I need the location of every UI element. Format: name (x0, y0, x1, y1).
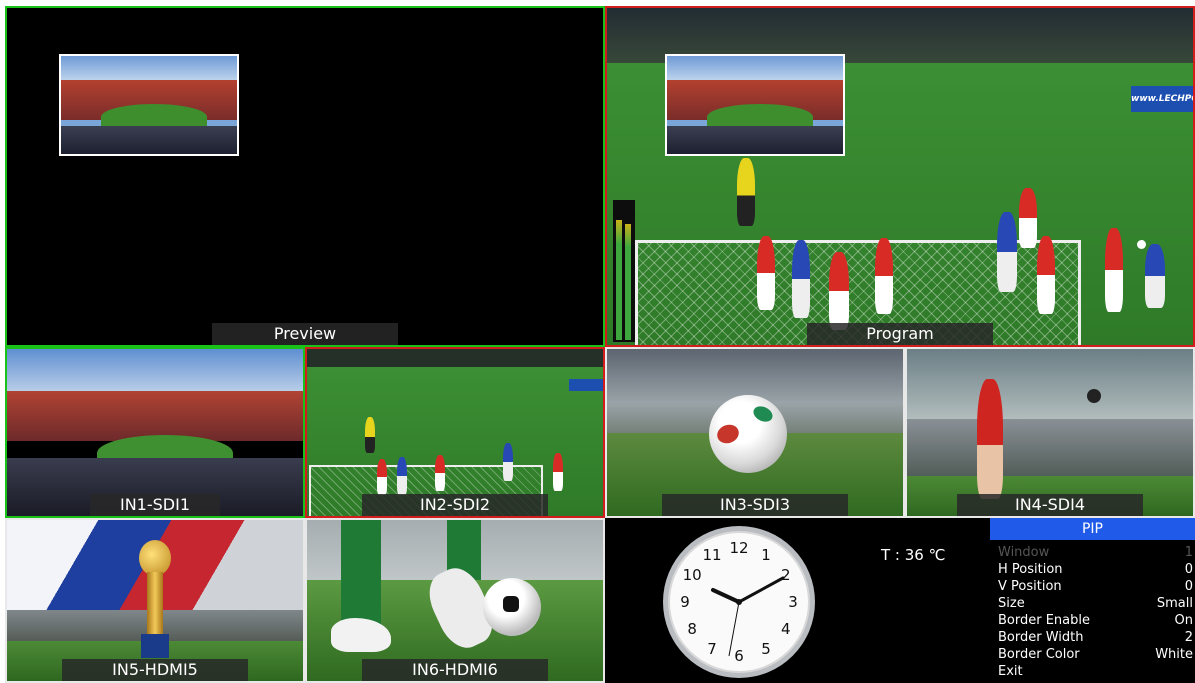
program-ad-board: www.LECHPO (1131, 86, 1193, 112)
player-referee (737, 158, 755, 226)
clock-numeral: 3 (788, 593, 798, 611)
preview-pip-inset (59, 54, 239, 156)
input-label-4: IN4-SDI4 (957, 494, 1143, 516)
input-label-3: IN3-SDI3 (662, 494, 848, 516)
soccer-ball (483, 578, 541, 636)
input-label-1: IN1-SDI1 (90, 494, 220, 516)
menu-item-v-position[interactable]: V Position 0 (990, 578, 1195, 595)
clock-numeral: 10 (683, 566, 702, 584)
menu-item-border-color[interactable]: Border Color White (990, 646, 1195, 663)
preview-label: Preview (212, 323, 398, 345)
analog-clock: 12 12 3 45678 9 1011 (663, 526, 815, 678)
temperature-readout: T : 36 ℃ (881, 546, 946, 564)
clock-numeral: 5 (761, 640, 771, 658)
clock-numeral: 12 (729, 539, 748, 557)
clock-numeral: 8 (687, 620, 697, 638)
program-window[interactable]: www.LECHPO Program (605, 6, 1195, 347)
player-blue-2 (997, 212, 1017, 292)
clock-numeral: 6 (734, 647, 744, 665)
kicking-player (977, 379, 1003, 499)
input-label-2: IN2-SDI2 (362, 494, 548, 516)
soccer-ball (1087, 389, 1101, 403)
menu-item-size[interactable]: Size Small (990, 595, 1195, 612)
menu-item-window[interactable]: Window 1 (990, 544, 1195, 561)
pip-menu[interactable]: PIP Window 1 H Position 0 V Position 0 Size… (990, 518, 1195, 683)
player-red-5 (1037, 236, 1055, 314)
input-tile-4[interactable]: IN4-SDI4 (905, 347, 1195, 518)
player-blue-1 (792, 240, 810, 318)
player-leg-left (341, 520, 381, 630)
status-panel: 12 1 2 3 4 5 6 7 8 9 10 11 T : 36 ℃ (605, 518, 990, 683)
input-tile-6[interactable]: IN6-HDMI6 (305, 518, 605, 683)
menu-item-exit[interactable]: Exit (990, 663, 1195, 680)
clock-numeral: 1 (761, 546, 771, 564)
input-tile-5[interactable]: IN5-HDMI5 (5, 518, 305, 683)
pip-menu-title: PIP (990, 518, 1195, 540)
trophy (135, 540, 175, 660)
program-label: Program (807, 323, 993, 345)
player-red-4 (1019, 188, 1037, 248)
menu-item-border-enable[interactable]: Border Enable On (990, 612, 1195, 629)
clock-numeral: 2 (781, 566, 791, 584)
pip-menu-list: Window 1 H Position 0 V Position 0 Size Smal… (990, 540, 1195, 680)
input-label-6: IN6-HDMI6 (362, 659, 548, 681)
audio-meter (613, 200, 635, 342)
clock-numeral: 4 (781, 620, 791, 638)
player-red-1 (757, 236, 775, 310)
input-tile-3[interactable]: IN3-SDI3 (605, 347, 905, 518)
clock-numeral: 11 (702, 546, 721, 564)
menu-item-h-position[interactable]: H Position 0 (990, 561, 1195, 578)
clock-numeral: 9 (680, 593, 690, 611)
input-tile-2[interactable]: IN2-SDI2 (305, 347, 605, 518)
input-label-5: IN5-HDMI5 (62, 659, 248, 681)
preview-window[interactable]: Preview (5, 6, 605, 347)
player-blue-3 (1145, 244, 1165, 308)
input-tile-1[interactable]: IN1-SDI1 (5, 347, 305, 518)
program-pip-inset (665, 54, 845, 156)
menu-item-border-width[interactable]: Border Width 2 (990, 629, 1195, 646)
player-red-2 (829, 252, 849, 330)
player-red-6 (1105, 228, 1123, 312)
player-red-3 (875, 238, 893, 314)
soccer-ball (709, 395, 787, 473)
clock-numeral: 7 (707, 640, 717, 658)
soccer-ball (1137, 240, 1146, 249)
